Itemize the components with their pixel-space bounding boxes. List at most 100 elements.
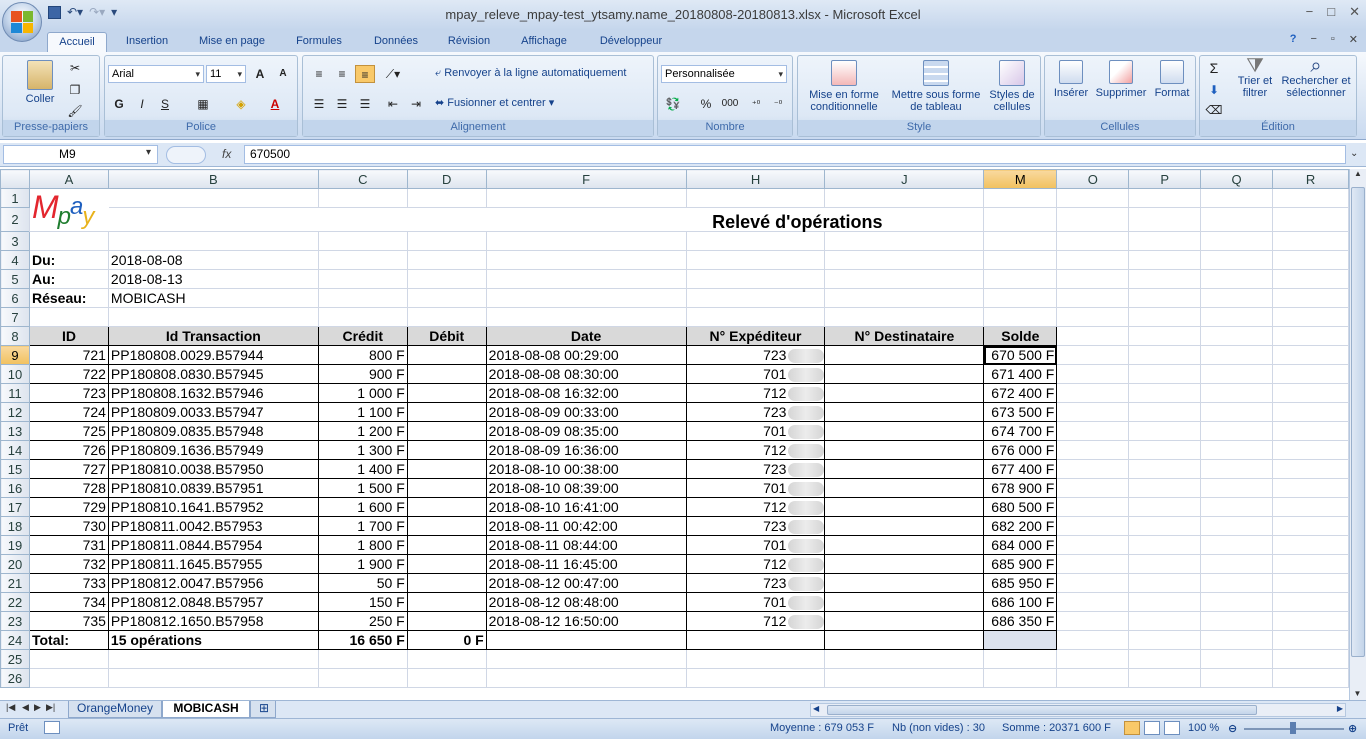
clear-icon[interactable]: ⌫	[1204, 101, 1224, 119]
cell-id[interactable]: 730	[28, 516, 109, 536]
maximize-button[interactable]: □	[1327, 4, 1335, 20]
empty-cell[interactable]	[1128, 364, 1202, 384]
cell-balance[interactable]: 685 900 F	[983, 554, 1058, 574]
cell-debit[interactable]	[406, 516, 487, 536]
cell-date[interactable]: 2018-08-10 16:41:00	[485, 497, 687, 517]
cell-credit[interactable]: 150 F	[317, 592, 408, 612]
cell-transaction-id[interactable]: PP180811.0042.B57953	[107, 516, 319, 536]
workbook-minimize-button[interactable]: −	[1310, 33, 1316, 46]
cell-debit[interactable]	[406, 459, 487, 479]
align-bottom-icon[interactable]: ≡	[355, 65, 375, 83]
empty-cell[interactable]	[1272, 573, 1349, 593]
scroll-up-icon[interactable]: ▲	[1350, 169, 1366, 178]
align-left-icon[interactable]: ☰	[309, 95, 329, 113]
empty-cell[interactable]	[1272, 440, 1349, 460]
cell-transaction-id[interactable]: PP180808.1632.B57946	[107, 383, 319, 403]
cell-date[interactable]: 2018-08-10 08:39:00	[485, 478, 687, 498]
cell-debit[interactable]	[406, 611, 487, 631]
empty-cell[interactable]	[1200, 459, 1274, 479]
cell-sender[interactable]: 712	[685, 497, 826, 517]
empty-cell[interactable]	[1128, 516, 1202, 536]
cell-debit[interactable]	[406, 554, 487, 574]
row-header[interactable]: 20	[0, 554, 30, 574]
scroll-left-icon[interactable]: ◀	[813, 704, 819, 713]
zoom-in-icon[interactable]: ⊕	[1348, 722, 1357, 735]
tab-developpeur[interactable]: Développeur	[588, 32, 674, 52]
empty-cell[interactable]	[1272, 497, 1349, 517]
cell-credit[interactable]: 1 400 F	[317, 459, 408, 479]
row-header[interactable]: 16	[0, 478, 30, 498]
prev-sheet-icon[interactable]: ◀	[22, 702, 29, 713]
cell-id[interactable]: 729	[28, 497, 109, 517]
empty-cell[interactable]	[1128, 402, 1202, 422]
column-header-q[interactable]: Q	[1200, 169, 1274, 189]
row-header[interactable]: 7	[0, 307, 30, 327]
delete-cells-button[interactable]: Supprimer	[1093, 60, 1149, 99]
sort-filter-button[interactable]: ⧩ Trier et filtrer	[1232, 56, 1278, 99]
empty-cell[interactable]	[1056, 573, 1130, 593]
row-header[interactable]: 17	[0, 497, 30, 517]
macro-record-icon[interactable]	[44, 721, 60, 734]
cell-date[interactable]: 2018-08-08 08:30:00	[485, 364, 687, 384]
empty-cell[interactable]	[1128, 421, 1202, 441]
select-all-corner[interactable]	[0, 169, 30, 189]
cell-styles-button[interactable]: Styles de cellules	[986, 60, 1038, 113]
cell-balance[interactable]: 670 500 F	[983, 345, 1058, 365]
cell-debit[interactable]	[406, 497, 487, 517]
row-header[interactable]: 4	[0, 250, 30, 270]
row-header[interactable]: 18	[0, 516, 30, 536]
cell-credit[interactable]: 1 100 F	[317, 402, 408, 422]
cell-sender[interactable]: 701	[685, 478, 826, 498]
cell-date[interactable]: 2018-08-12 00:47:00	[485, 573, 687, 593]
column-header-m[interactable]: M	[983, 169, 1058, 189]
help-icon[interactable]: ?	[1290, 33, 1297, 46]
bold-button[interactable]: G	[109, 95, 129, 113]
cell-transaction-id[interactable]: PP180811.1645.B57955	[107, 554, 319, 574]
empty-cell[interactable]	[1056, 497, 1130, 517]
copy-icon[interactable]: ❐	[65, 81, 85, 99]
cell-balance[interactable]: 686 350 F	[983, 611, 1058, 631]
tab-mise-en-page[interactable]: Mise en page	[190, 32, 274, 52]
percent-button[interactable]: %	[696, 95, 716, 113]
minimize-button[interactable]: −	[1306, 4, 1314, 20]
cell-debit[interactable]	[406, 345, 487, 365]
cell-id[interactable]: 722	[28, 364, 109, 384]
cell-sender[interactable]: 712	[685, 440, 826, 460]
column-header-d[interactable]: D	[406, 169, 487, 189]
borders-icon[interactable]: ▦	[193, 95, 213, 113]
cell-recipient[interactable]	[824, 421, 985, 441]
cell-sender[interactable]: 723	[685, 402, 826, 422]
orientation-icon[interactable]: ⟋▾	[383, 65, 403, 83]
cell-recipient[interactable]	[824, 573, 985, 593]
cell-transaction-id[interactable]: PP180810.1641.B57952	[107, 497, 319, 517]
cell-credit[interactable]: 1 900 F	[317, 554, 408, 574]
vertical-scrollbar[interactable]: ▲ ▼	[1349, 169, 1366, 700]
cell-date[interactable]: 2018-08-10 00:38:00	[485, 459, 687, 479]
cell-id[interactable]: 732	[28, 554, 109, 574]
cell-balance[interactable]: 676 000 F	[983, 440, 1058, 460]
tab-donnees[interactable]: Données	[364, 32, 428, 52]
cell-transaction-id[interactable]: PP180809.0835.B57948	[107, 421, 319, 441]
scroll-right-icon[interactable]: ▶	[1337, 704, 1343, 713]
table-cell[interactable]	[485, 630, 687, 650]
last-sheet-icon[interactable]: ▶|	[46, 702, 55, 713]
horizontal-scroll-thumb[interactable]	[827, 705, 1257, 715]
row-header[interactable]: 1	[0, 188, 30, 208]
fill-color-icon[interactable]: ◈	[231, 95, 251, 113]
row-header[interactable]: 22	[0, 592, 30, 612]
cell-debit[interactable]	[406, 573, 487, 593]
insert-sheet-icon[interactable]: ⊞	[250, 701, 276, 718]
column-header-c[interactable]: C	[317, 169, 408, 189]
empty-cell[interactable]	[1272, 345, 1349, 365]
empty-cell[interactable]	[1128, 478, 1202, 498]
cell-date[interactable]: 2018-08-11 16:45:00	[485, 554, 687, 574]
cell-transaction-id[interactable]: PP180811.0844.B57954	[107, 535, 319, 555]
cell-balance[interactable]: 686 100 F	[983, 592, 1058, 612]
cell-recipient[interactable]	[824, 611, 985, 631]
empty-cell[interactable]	[1200, 516, 1274, 536]
empty-cell[interactable]	[1056, 383, 1130, 403]
expand-formula-bar-icon[interactable]: ⌄	[1350, 148, 1358, 159]
empty-cell[interactable]	[1056, 459, 1130, 479]
empty-cell[interactable]	[1200, 478, 1274, 498]
empty-cell[interactable]	[1272, 516, 1349, 536]
